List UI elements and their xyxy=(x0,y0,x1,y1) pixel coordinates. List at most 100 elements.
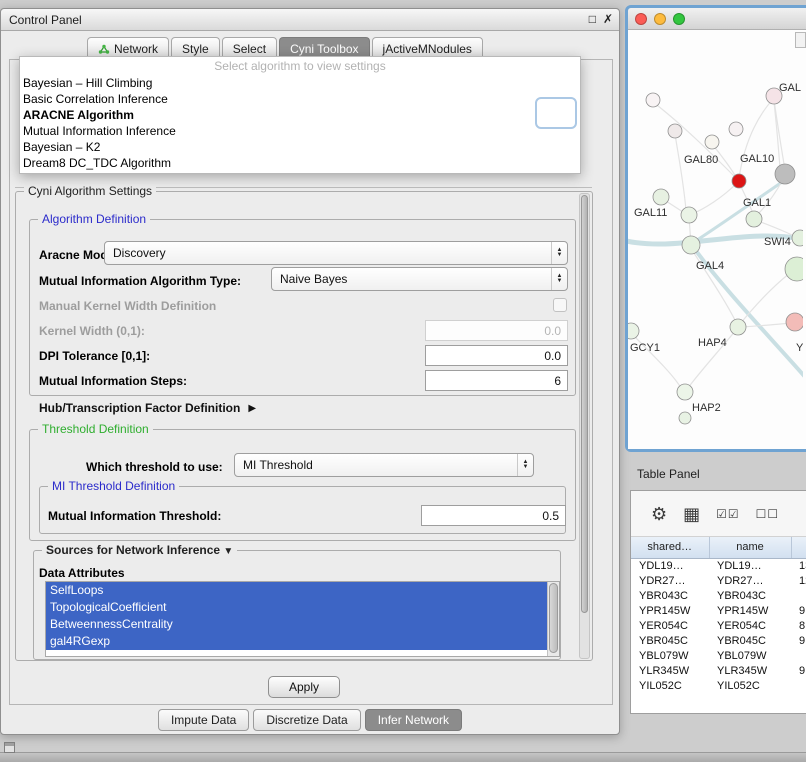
table-cell[interactable]: 13 xyxy=(791,558,806,573)
apply-button[interactable]: Apply xyxy=(268,676,340,698)
sources-title[interactable]: Sources for Network Inference ▼ xyxy=(42,543,237,557)
table-row[interactable]: YDR27…YDR27…12 xyxy=(631,573,806,588)
minimize-traffic-light[interactable] xyxy=(654,13,666,25)
table-row[interactable]: YIL052CYIL052C xyxy=(631,678,806,693)
table-cell[interactable]: YIL052C xyxy=(631,678,709,693)
network-node[interactable] xyxy=(730,319,746,335)
table-cell[interactable]: YBR043C xyxy=(631,588,709,603)
table-cell[interactable]: YBL079W xyxy=(709,648,791,663)
table-cell[interactable]: 9. xyxy=(791,603,806,618)
network-node[interactable] xyxy=(792,230,803,246)
mi-steps-input[interactable] xyxy=(425,370,568,391)
attribute-list-item[interactable]: gal4RGexp xyxy=(46,633,547,650)
algorithm-option[interactable]: Bayesian – K2 xyxy=(20,139,580,155)
bottom-tab-discretize-data[interactable]: Discretize Data xyxy=(253,709,360,731)
table-cell[interactable]: YBL079W xyxy=(631,648,709,663)
network-edge[interactable] xyxy=(743,323,790,327)
bottom-tab-impute-data[interactable]: Impute Data xyxy=(158,709,249,731)
column-header[interactable]: shared… xyxy=(631,537,709,558)
columns-icon[interactable]: ▦ xyxy=(683,505,700,523)
table-row[interactable]: YBR045CYBR045C9. xyxy=(631,633,806,648)
table-row[interactable]: YBL079WYBL079W xyxy=(631,648,806,663)
network-node[interactable] xyxy=(705,135,719,149)
threshold-type-select[interactable]: MI Threshold ▲▼ xyxy=(234,453,534,477)
network-node[interactable] xyxy=(653,189,669,205)
table-cell[interactable]: 9. xyxy=(791,663,806,678)
algorithm-option[interactable]: Bayesian – Hill Climbing xyxy=(20,75,580,91)
scrollbar-thumb[interactable] xyxy=(581,195,588,613)
dpi-tolerance-input[interactable] xyxy=(425,345,568,366)
bottom-tab-infer-network[interactable]: Infer Network xyxy=(365,709,462,731)
table-cell[interactable]: YBR045C xyxy=(631,633,709,648)
hub-definition-section[interactable]: Hub/Transcription Factor Definition ▶ xyxy=(39,401,256,415)
table-row[interactable]: YBR043CYBR043C xyxy=(631,588,806,603)
table-cell[interactable] xyxy=(791,648,806,663)
algorithm-option[interactable]: Dream8 DC_TDC Algorithm xyxy=(20,155,580,171)
network-node[interactable] xyxy=(668,124,682,138)
table-cell[interactable]: YPR145W xyxy=(631,603,709,618)
hub-expand-icon[interactable]: ▶ xyxy=(248,403,256,414)
network-node[interactable] xyxy=(646,93,660,107)
gear-icon[interactable]: ⚙ xyxy=(651,505,667,523)
table-row[interactable]: YPR145WYPR145W9. xyxy=(631,603,806,618)
table-cell[interactable]: YBR045C xyxy=(709,633,791,648)
close-traffic-light[interactable] xyxy=(635,13,647,25)
mi-threshold-input[interactable] xyxy=(421,505,566,526)
manual-kernel-checkbox[interactable] xyxy=(553,298,567,312)
network-node[interactable] xyxy=(679,412,691,424)
table-cell[interactable]: YLR345W xyxy=(631,663,709,678)
attribute-list-item[interactable]: BetweennessCentrality xyxy=(46,616,547,633)
kernel-width-input[interactable] xyxy=(425,320,568,341)
algorithm-option[interactable]: Mutual Information Inference xyxy=(20,123,580,139)
close-window-icon[interactable]: ✗ xyxy=(603,12,613,26)
zoom-traffic-light[interactable] xyxy=(673,13,685,25)
select-all-icon[interactable]: ☑☑ xyxy=(716,505,740,523)
network-node[interactable] xyxy=(682,236,700,254)
table-cell[interactable]: YER054C xyxy=(631,618,709,633)
table-cell[interactable]: YPR145W xyxy=(709,603,791,618)
network-node[interactable] xyxy=(628,323,639,339)
table-cell[interactable]: 9. xyxy=(791,633,806,648)
network-edge[interactable] xyxy=(740,273,790,324)
network-edge[interactable] xyxy=(739,98,774,178)
table-cell[interactable]: YDL19… xyxy=(631,558,709,573)
attribute-list-item[interactable]: TopologicalCoefficient xyxy=(46,599,547,616)
table-cell[interactable] xyxy=(791,678,806,693)
table-cell[interactable]: YDL19… xyxy=(709,558,791,573)
algorithm-option[interactable]: ARACNE Algorithm xyxy=(20,107,580,123)
network-node[interactable] xyxy=(775,164,795,184)
network-window-titlebar[interactable] xyxy=(628,8,806,30)
sources-collapse-icon[interactable]: ▼ xyxy=(223,546,233,557)
network-graph[interactable]: GALGAL80GAL10GAL11GAL1SWI4GAL4GCY1HAP4HA… xyxy=(628,30,803,449)
network-node[interactable] xyxy=(785,257,803,281)
table-cell[interactable]: 12 xyxy=(791,573,806,588)
network-edge[interactable] xyxy=(675,134,686,210)
aracne-mode-select[interactable]: Discovery ▲▼ xyxy=(104,241,568,265)
network-node[interactable] xyxy=(677,384,693,400)
column-header[interactable] xyxy=(791,537,806,558)
network-canvas[interactable]: GALGAL80GAL10GAL11GAL1SWI4GAL4GCY1HAP4HA… xyxy=(628,30,806,449)
table-cell[interactable]: YDR27… xyxy=(709,573,791,588)
table-cell[interactable]: YER054C xyxy=(709,618,791,633)
attribute-list-item[interactable]: SelfLoops xyxy=(46,582,547,599)
scrollbar-thumb[interactable] xyxy=(549,583,558,653)
network-node[interactable] xyxy=(786,313,803,331)
control-panel-titlebar[interactable]: Control Panel □ ✗ xyxy=(1,9,619,31)
table-row[interactable]: YLR345WYLR345W9. xyxy=(631,663,806,678)
settings-scrollbar[interactable] xyxy=(579,193,590,659)
network-node[interactable] xyxy=(729,122,743,136)
mi-algorithm-type-select[interactable]: Naive Bayes ▲▼ xyxy=(271,267,568,291)
table-row[interactable]: YDL19…YDL19…13 xyxy=(631,558,806,573)
table-row[interactable]: YER054CYER054C8. xyxy=(631,618,806,633)
network-node[interactable] xyxy=(681,207,697,223)
column-header[interactable]: name xyxy=(709,537,791,558)
network-node[interactable] xyxy=(732,174,746,188)
algorithm-option[interactable]: Basic Correlation Inference xyxy=(20,91,580,107)
docked-panel-icon[interactable] xyxy=(4,742,15,753)
table-cell[interactable]: YLR345W xyxy=(709,663,791,678)
float-window-icon[interactable]: □ xyxy=(589,12,596,26)
network-edge[interactable] xyxy=(653,102,736,178)
network-node[interactable] xyxy=(746,211,762,227)
table-cell[interactable]: YDR27… xyxy=(631,573,709,588)
network-edge[interactable] xyxy=(694,180,785,242)
